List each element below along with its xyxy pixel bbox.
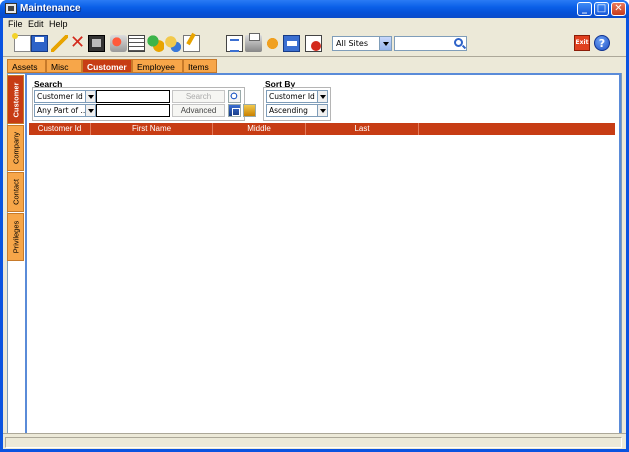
advanced-button[interactable]: Advanced (172, 104, 225, 117)
tab-assets[interactable]: Assets (7, 59, 46, 73)
title-bar[interactable]: Maintenance _ □ ✕ (0, 0, 629, 18)
block-icon[interactable] (305, 35, 322, 52)
menu-help[interactable]: Help (49, 19, 68, 29)
close-button[interactable]: ✕ (611, 2, 626, 16)
menu-bar: File Edit Help (3, 18, 626, 30)
search-field-select[interactable]: Customer Id (34, 90, 96, 103)
search-button[interactable]: Search (172, 90, 225, 103)
magnifier-icon[interactable] (228, 90, 241, 103)
sort-field-select[interactable]: Customer Id (266, 90, 328, 103)
chevron-down-icon[interactable] (379, 37, 391, 50)
tab-items[interactable]: Items (183, 59, 217, 73)
column-header-last[interactable]: Last (306, 123, 419, 135)
toolbar: ✕ All Sites Exit ? (3, 32, 626, 56)
client-area: File Edit Help ✕ All Sites Exit ? Assets… (3, 18, 626, 449)
app-icon (5, 3, 17, 14)
search-icon[interactable] (454, 38, 463, 47)
print-icon[interactable] (245, 33, 262, 52)
results-grid-header: Customer Id First Name Middle Last (29, 123, 615, 135)
clear-search-icon[interactable] (228, 104, 241, 117)
chevron-down-icon[interactable] (317, 91, 327, 102)
menu-file[interactable]: File (8, 19, 23, 29)
column-header-first-name[interactable]: First Name (91, 123, 213, 135)
status-panel (5, 437, 622, 448)
search-input-2[interactable] (96, 104, 170, 117)
package-icon[interactable] (264, 35, 281, 52)
column-header-customer-id[interactable]: Customer Id (29, 123, 91, 135)
side-tab-customer[interactable]: Customer (7, 75, 24, 124)
group-icon[interactable] (164, 35, 181, 52)
side-tab-privileges[interactable]: Privileges (7, 213, 24, 261)
save-icon[interactable] (31, 35, 48, 52)
tab-employee[interactable]: Employee (132, 59, 183, 73)
chevron-down-icon[interactable] (85, 91, 95, 102)
search-input[interactable] (96, 90, 170, 103)
people-icon[interactable] (147, 35, 164, 52)
new-record-icon[interactable] (12, 33, 31, 52)
tab-customer[interactable]: Customer (82, 59, 132, 73)
customer-panel: Search Customer Id Search Any Part of ..… (25, 73, 621, 435)
chevron-down-icon[interactable] (85, 105, 95, 116)
save-search-icon[interactable] (243, 104, 256, 117)
site-select[interactable]: All Sites (332, 36, 392, 51)
menu-edit[interactable]: Edit (28, 19, 44, 29)
help-button[interactable]: ? (594, 35, 610, 51)
filter-icon[interactable] (110, 35, 127, 52)
maximize-button[interactable]: □ (594, 2, 609, 16)
app-window: Maintenance _ □ ✕ File Edit Help ✕ All S… (0, 0, 629, 452)
toolbar-divider (3, 56, 626, 57)
notes-icon[interactable] (183, 35, 200, 52)
tab-misc[interactable]: Misc (46, 59, 82, 73)
match-type-select[interactable]: Any Part of ... (34, 104, 96, 117)
export-icon[interactable] (283, 35, 300, 52)
side-tab-company[interactable]: Company (7, 125, 24, 171)
status-bar (3, 433, 626, 449)
side-tab-contact[interactable]: Contact (7, 172, 24, 212)
exit-button[interactable]: Exit (574, 35, 590, 51)
quick-search-input[interactable] (394, 36, 467, 51)
delete-icon[interactable]: ✕ (69, 34, 86, 52)
sort-order-select[interactable]: Ascending (266, 104, 328, 117)
grid-view-icon[interactable] (128, 35, 145, 52)
window-title: Maintenance (20, 3, 81, 14)
column-header-middle[interactable]: Middle (213, 123, 306, 135)
chevron-down-icon[interactable] (317, 105, 327, 116)
lookup-icon[interactable] (88, 35, 105, 52)
report-icon[interactable] (226, 35, 243, 52)
minimize-button[interactable]: _ (577, 2, 592, 16)
edit-icon[interactable] (51, 35, 68, 52)
